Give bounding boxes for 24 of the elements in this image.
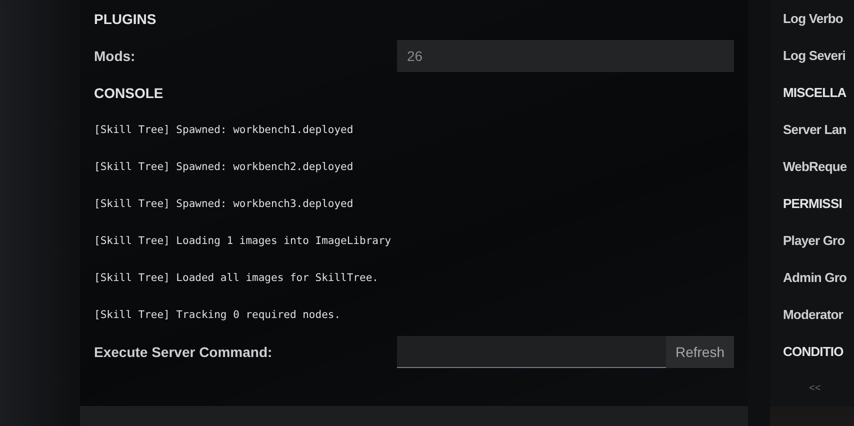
section-heading: PERMISSI (783, 196, 842, 211)
setting-label: Player Gro (783, 233, 845, 248)
mods-field[interactable]: 26 (397, 40, 734, 72)
setting-label: Server Lan (783, 122, 846, 137)
setting-label: WebReque (783, 159, 847, 174)
section-heading: PLUGINS (94, 10, 156, 26)
setting-label: Moderator (783, 307, 843, 322)
setting-label: Admin Gro (783, 270, 847, 285)
setting-label: Log Verbo (783, 11, 843, 26)
console-line: [Skill Tree] Spawned: workbench1.deployed (94, 124, 354, 136)
section-heading: MISCELLA (783, 85, 846, 100)
mods-label: Mods: (94, 48, 136, 64)
command-label: Execute Server Command: (94, 344, 272, 360)
setting-label: Log Severi (783, 48, 846, 63)
console-line: [Skill Tree] Tracking 0 required nodes. (94, 308, 341, 320)
refresh-button[interactable]: Refresh (666, 336, 734, 368)
section-heading: CONSOLE (94, 84, 164, 100)
console-line: [Skill Tree] Spawned: workbench3.deployed (94, 198, 354, 210)
console-line: [Skill Tree] Loaded all images for SkillTree. (94, 272, 378, 284)
section-heading: CONDITIO (783, 344, 844, 359)
console-line: [Skill Tree] Spawned: workbench2.deployed (94, 160, 354, 172)
console-line: [Skill Tree] Loading 1 images into ImageLibrary (94, 234, 392, 246)
collapse-button[interactable]: << (783, 370, 854, 407)
command-field[interactable] (397, 336, 666, 368)
